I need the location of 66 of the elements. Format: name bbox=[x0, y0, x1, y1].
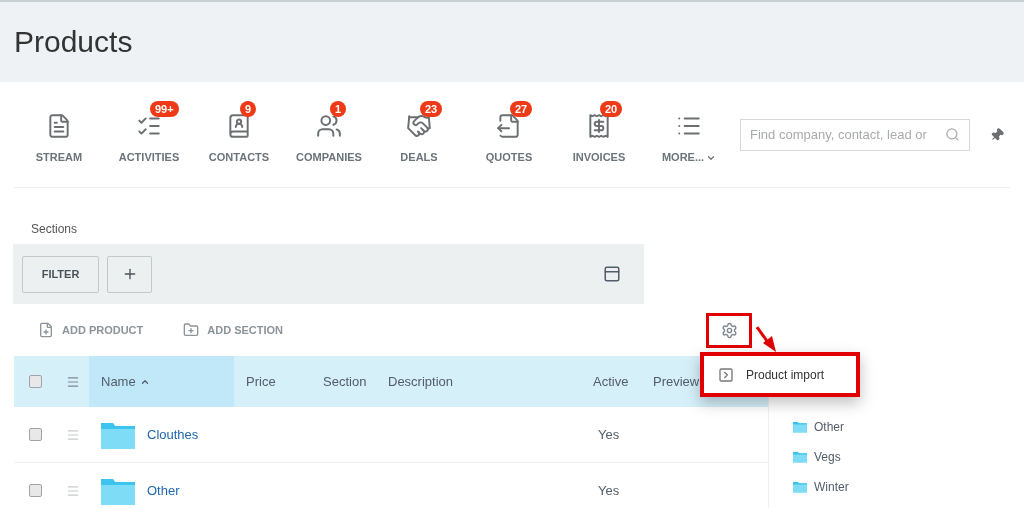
nav-label: QUOTES bbox=[485, 150, 533, 166]
nav-item[interactable]: 1 COMPANIES bbox=[284, 103, 374, 166]
filter-button[interactable]: FILTER bbox=[22, 255, 99, 293]
settings-icon bbox=[720, 322, 738, 339]
column-header[interactable]: Price bbox=[234, 356, 311, 407]
nav-label: COMPANIES bbox=[296, 150, 362, 166]
column-header[interactable]: Name bbox=[89, 356, 234, 407]
document-plus-icon bbox=[38, 322, 54, 338]
section-link[interactable]: Other bbox=[147, 480, 180, 501]
count-badge: 9 bbox=[240, 101, 257, 118]
nav-icon bbox=[226, 113, 252, 140]
folder-icon bbox=[793, 451, 807, 463]
tree-item[interactable]: Vegs bbox=[793, 448, 1024, 466]
nav-icon bbox=[46, 113, 72, 140]
nav-label: INVOICES bbox=[572, 150, 626, 166]
nav-label: ACTIVITIES bbox=[118, 150, 180, 166]
nav-item[interactable]: MORE... bbox=[644, 103, 734, 166]
folder-icon bbox=[793, 481, 807, 493]
nav-icon bbox=[316, 113, 342, 140]
nav-item[interactable]: 20 INVOICES bbox=[554, 103, 644, 166]
menu-item[interactable]: Product import bbox=[718, 365, 825, 384]
tree-item[interactable]: Winter bbox=[793, 478, 1024, 496]
folder-icon bbox=[101, 420, 135, 449]
tree-item[interactable]: Other bbox=[793, 418, 1024, 436]
import-icon bbox=[718, 366, 734, 383]
sections-label: Sections bbox=[31, 221, 79, 238]
checkbox[interactable] bbox=[29, 428, 42, 441]
window-icon[interactable] bbox=[603, 265, 621, 283]
drag-icon[interactable] bbox=[66, 483, 80, 498]
action-link[interactable]: ADD SECTION bbox=[183, 321, 284, 339]
nav-item[interactable]: 27 QUOTES bbox=[464, 103, 554, 166]
nav-label: STREAM bbox=[35, 150, 83, 166]
search-icon bbox=[945, 126, 960, 142]
folder-icon bbox=[101, 476, 135, 505]
nav-label: CONTACTS bbox=[208, 150, 270, 166]
count-badge: 27 bbox=[510, 101, 533, 118]
column-header[interactable]: Active bbox=[581, 356, 641, 407]
nav-item[interactable]: 23 DEALS bbox=[374, 103, 464, 166]
drag-icon[interactable] bbox=[66, 427, 80, 442]
nav-icon bbox=[496, 113, 522, 140]
drag-icon[interactable] bbox=[66, 374, 80, 389]
search-field[interactable]: Find company, contact, lead or bbox=[740, 118, 970, 151]
count-badge: 20 bbox=[600, 101, 623, 118]
checkbox[interactable] bbox=[29, 484, 42, 497]
folder-icon bbox=[793, 421, 807, 433]
nav-item[interactable]: 9 CONTACTS bbox=[194, 103, 284, 166]
action-link[interactable]: ADD PRODUCT bbox=[38, 321, 144, 339]
folder-plus-icon bbox=[183, 322, 200, 338]
nav-label: MORE... bbox=[661, 150, 705, 166]
add-button[interactable] bbox=[107, 255, 152, 293]
page-title: Products bbox=[14, 27, 133, 57]
count-badge: 99+ bbox=[150, 101, 179, 118]
settings-button[interactable] bbox=[706, 313, 752, 348]
table-cell-text: Yes bbox=[597, 425, 620, 444]
table-cell-text: Yes bbox=[597, 481, 620, 500]
nav-item[interactable]: STREAM bbox=[14, 103, 104, 166]
section-link[interactable]: Clouthes bbox=[147, 424, 199, 445]
checkbox[interactable] bbox=[29, 375, 42, 388]
nav-icon bbox=[406, 113, 432, 140]
nav-item[interactable]: 99+ ACTIVITIES bbox=[104, 103, 194, 166]
nav-label: DEALS bbox=[400, 150, 438, 166]
column-header[interactable]: Description bbox=[376, 356, 581, 407]
count-badge: 23 bbox=[420, 101, 443, 118]
nav-icon bbox=[586, 113, 612, 140]
count-badge: 1 bbox=[330, 101, 347, 118]
column-header[interactable]: Section bbox=[311, 356, 376, 407]
